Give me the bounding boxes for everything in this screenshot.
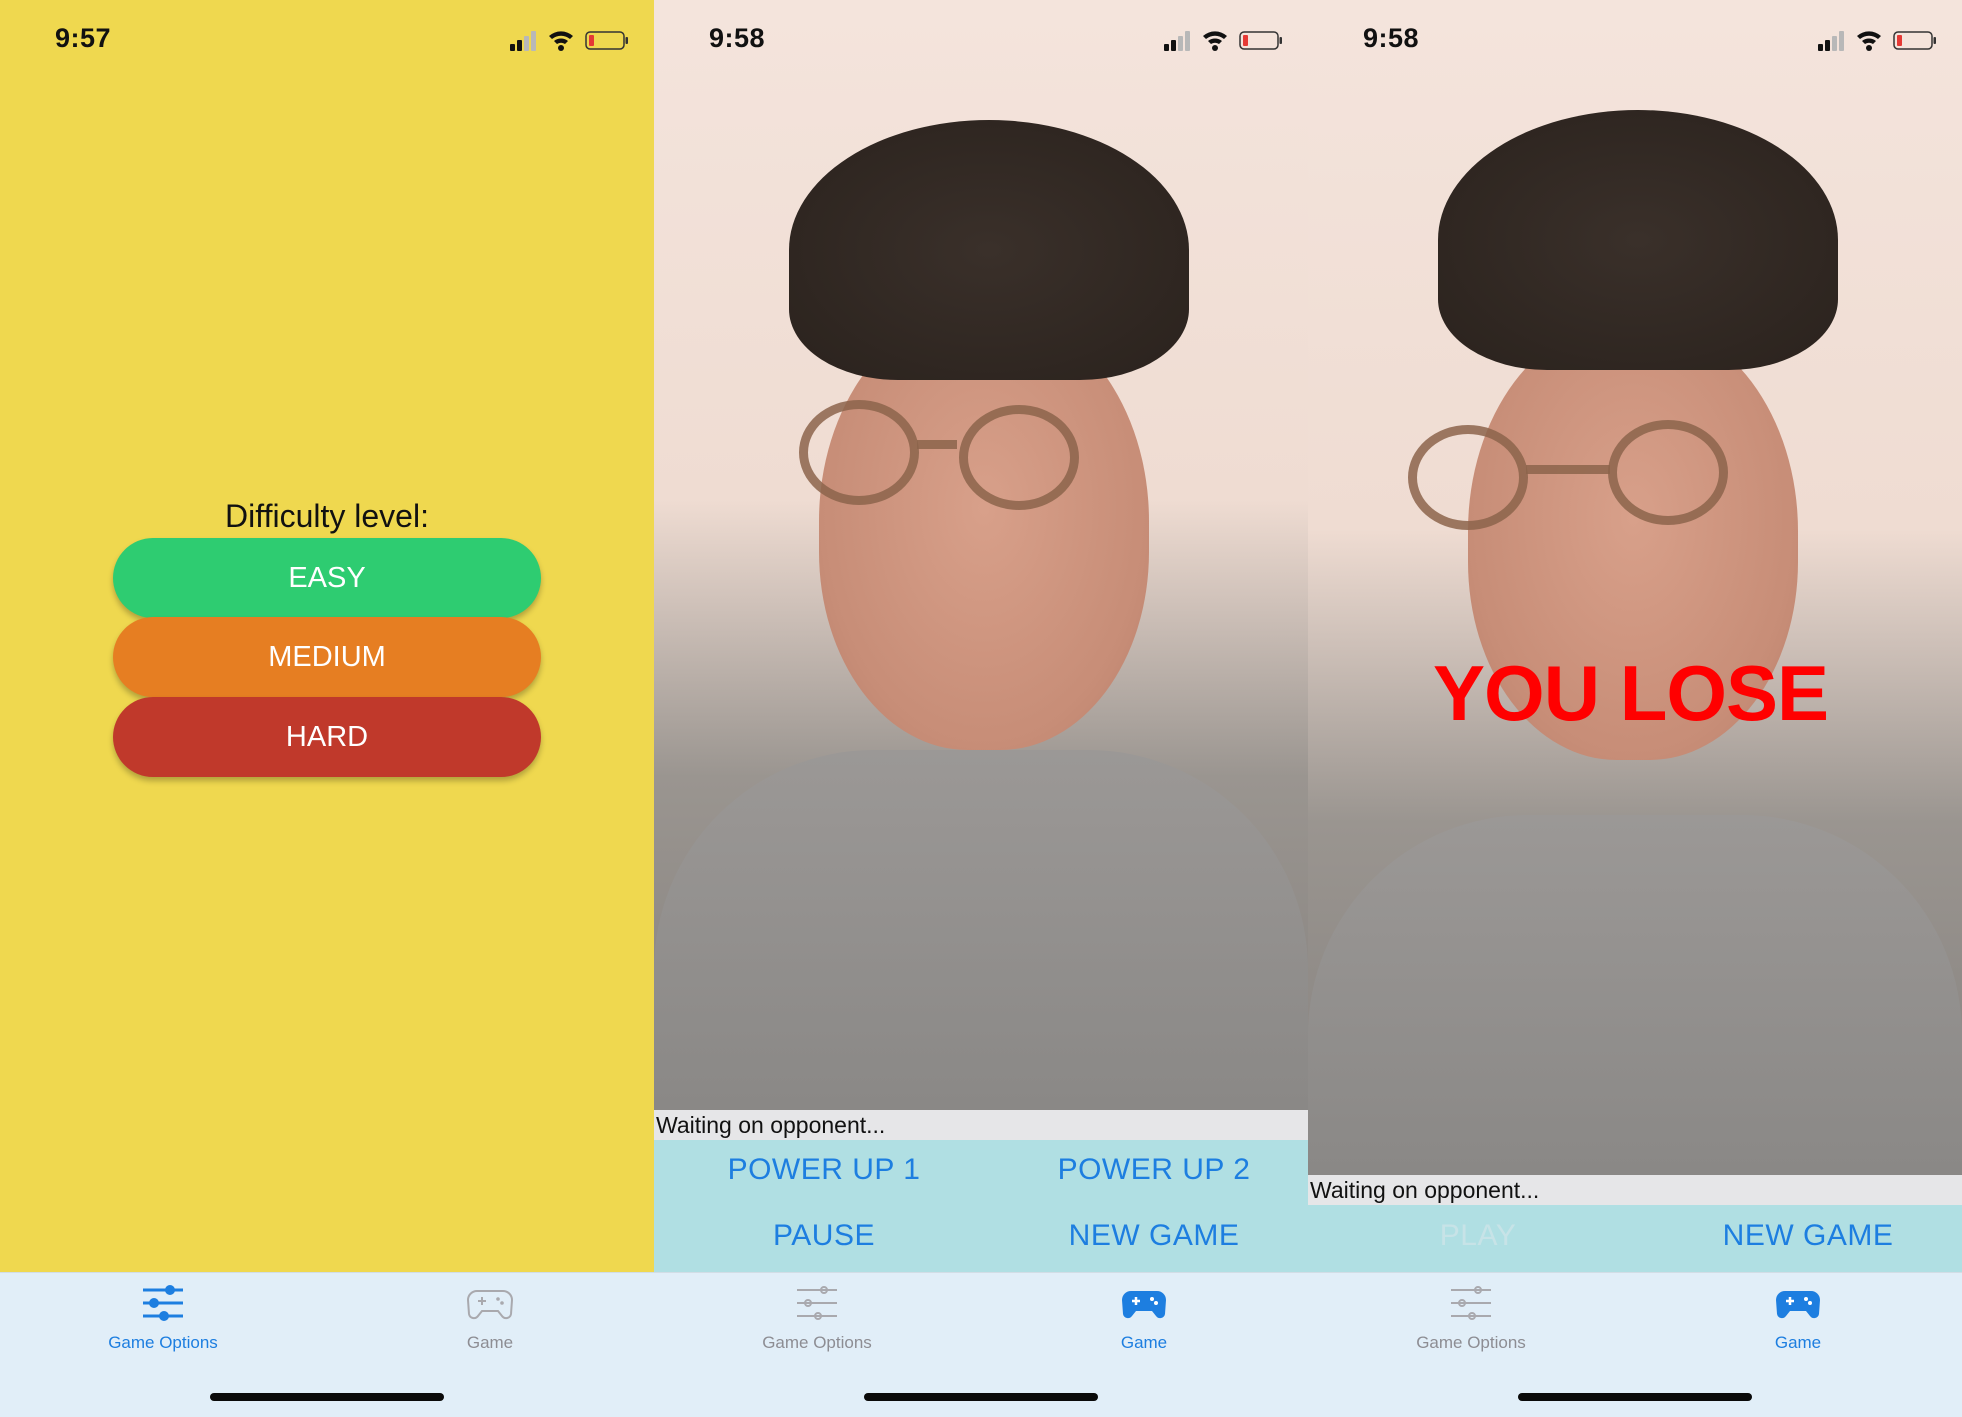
status-message: Waiting on opponent... xyxy=(1308,1175,1962,1205)
status-message: Waiting on opponent... xyxy=(654,1110,1308,1140)
camera-hoodie xyxy=(654,750,1308,1110)
pause-button[interactable]: PAUSE xyxy=(714,1219,934,1253)
easy-button[interactable]: EASY xyxy=(113,538,541,618)
home-indicator xyxy=(864,1393,1098,1401)
glasses-bridge xyxy=(1526,465,1610,474)
glasses-lens-left xyxy=(1408,425,1528,530)
tab-game-options[interactable]: Game Options xyxy=(717,1283,917,1353)
cellular-signal-icon xyxy=(1818,31,1844,51)
sliders-icon xyxy=(797,1286,837,1320)
status-icons xyxy=(1164,28,1284,52)
sliders-icon xyxy=(143,1285,183,1321)
new-game-button[interactable]: NEW GAME xyxy=(1039,1219,1269,1253)
tab-label: Game Options xyxy=(762,1333,872,1352)
cellular-signal-icon xyxy=(510,31,536,51)
battery-icon xyxy=(1893,31,1936,50)
home-indicator xyxy=(1518,1393,1752,1401)
controls-panel: POWER UP 1 POWER UP 2 PAUSE NEW GAME xyxy=(654,1140,1308,1272)
cellular-signal-icon xyxy=(1164,31,1190,51)
status-bar: 9:57 xyxy=(0,0,654,80)
tab-game[interactable]: Game xyxy=(1698,1283,1898,1353)
game-over-screen: 9:58 YOU LOSE Waiting on opponent... PLA… xyxy=(1308,0,1962,1417)
wifi-icon xyxy=(549,31,573,51)
camera-hoodie xyxy=(1308,815,1962,1175)
tab-label: Game Options xyxy=(1416,1333,1526,1352)
camera-hair xyxy=(1438,110,1838,370)
gamepad-icon xyxy=(1776,1291,1820,1319)
glasses-lens-left xyxy=(799,400,919,505)
tab-game-options[interactable]: Game Options xyxy=(63,1283,263,1353)
tab-game[interactable]: Game xyxy=(390,1283,590,1353)
glasses-bridge xyxy=(917,440,957,449)
status-icons xyxy=(1818,28,1938,52)
tab-game[interactable]: Game xyxy=(1044,1283,1244,1353)
gamepad-icon xyxy=(1122,1291,1166,1319)
tab-label: Game xyxy=(466,1333,514,1352)
tab-label: Game Options xyxy=(108,1333,218,1352)
game-options-screen: 9:57 Difficulty level: EASY MEDIUM HARD … xyxy=(0,0,654,1417)
status-time: 9:58 xyxy=(709,23,766,53)
difficulty-label: Difficulty level: xyxy=(225,498,429,534)
controls-panel: PLAY NEW GAME xyxy=(1308,1205,1962,1272)
glasses-lens-right xyxy=(1608,420,1728,525)
camera-feed xyxy=(1308,0,1962,1175)
wifi-icon xyxy=(1857,31,1881,51)
status-bar: 9:58 xyxy=(654,0,1308,80)
camera-hair xyxy=(789,120,1189,380)
status-icons xyxy=(510,28,630,52)
battery-icon xyxy=(585,31,628,50)
new-game-button[interactable]: NEW GAME xyxy=(1693,1219,1923,1253)
battery-icon xyxy=(1239,31,1282,50)
play-button[interactable]: PLAY xyxy=(1368,1219,1588,1253)
medium-button[interactable]: MEDIUM xyxy=(113,617,541,697)
you-lose-overlay: YOU LOSE xyxy=(1433,649,1829,737)
glasses-lens-right xyxy=(959,405,1079,510)
camera-feed xyxy=(654,0,1308,1110)
gamepad-icon xyxy=(467,1290,513,1320)
tab-label: Game xyxy=(1774,1333,1822,1352)
power-up-1-button[interactable]: POWER UP 1 xyxy=(714,1153,934,1187)
power-up-2-button[interactable]: POWER UP 2 xyxy=(1039,1153,1269,1187)
status-bar: 9:58 xyxy=(1308,0,1962,80)
wifi-icon xyxy=(1203,31,1227,51)
game-screen: 9:58 Waiting on opponent... POWER UP 1 P… xyxy=(654,0,1308,1417)
status-time: 9:58 xyxy=(1363,23,1420,53)
home-indicator xyxy=(210,1393,444,1401)
status-time: 9:57 xyxy=(55,23,112,53)
tab-game-options[interactable]: Game Options xyxy=(1371,1283,1571,1353)
sliders-icon xyxy=(1451,1286,1491,1320)
hard-button[interactable]: HARD xyxy=(113,697,541,777)
tab-label: Game xyxy=(1120,1333,1168,1352)
